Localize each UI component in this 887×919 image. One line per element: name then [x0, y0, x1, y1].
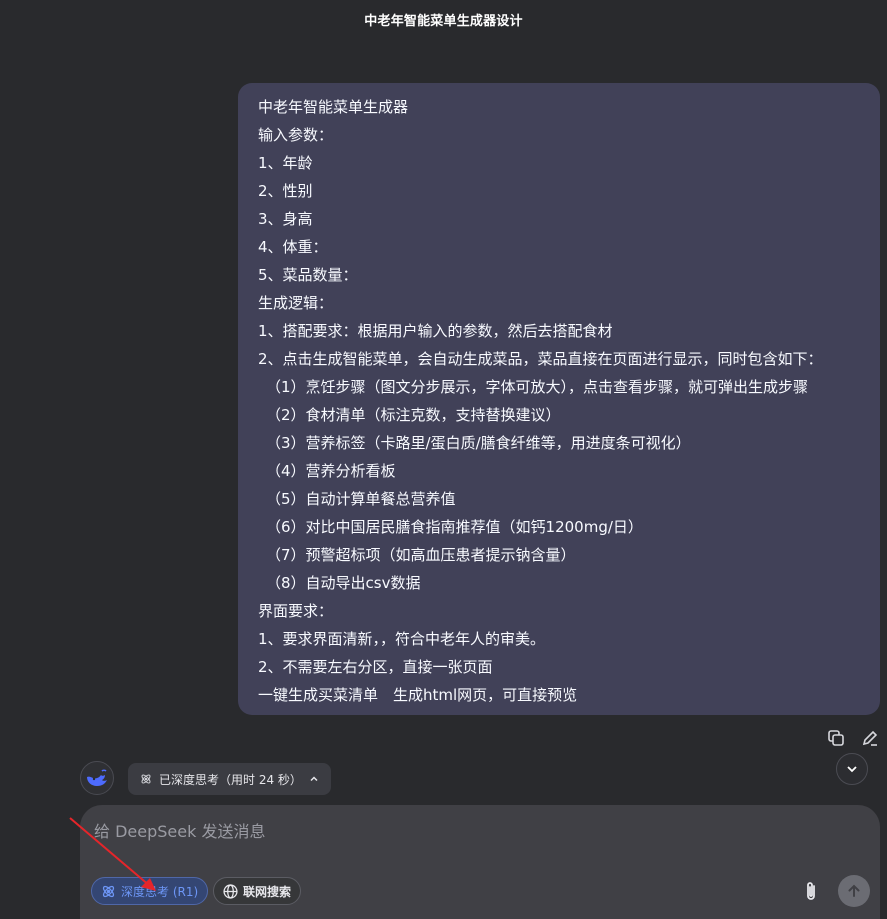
- user-message-bubble: 中老年智能菜单生成器 输入参数： 1、年龄 2、性别 3、身高 4、体重： 5、菜品数量： 生…: [238, 83, 880, 715]
- message-line: 界面要求：: [258, 602, 334, 620]
- message-line: 2、点击生成智能菜单，会自动生成菜品，菜品直接在页面进行显示，同时包含如下：: [258, 350, 823, 368]
- chat-app: 中老年智能菜单生成器设计 中老年智能菜单生成器 输入参数： 1、年龄 2、性别 3、身高…: [0, 0, 887, 919]
- copy-icon: [828, 730, 844, 746]
- message-line: 2、不需要左右分区，直接一张页面: [258, 658, 493, 676]
- chevron-up-icon: [310, 776, 318, 782]
- message-line: 1、搭配要求：根据用户输入的参数，然后去搭配食材: [258, 322, 613, 340]
- chevron-down-icon: [847, 766, 857, 773]
- globe-icon: [223, 883, 238, 899]
- message-line: 1、年龄: [258, 154, 313, 172]
- edit-icon: [862, 730, 878, 746]
- web-search-button[interactable]: 联网搜索: [213, 877, 302, 905]
- deep-think-button[interactable]: 深度思考 (R1): [91, 877, 209, 905]
- message-line: 生成逻辑：: [258, 294, 334, 312]
- message-line: 中老年智能菜单生成器: [258, 98, 409, 116]
- message-line: （7）预警超标项（如高血压患者提示钠含量）: [266, 546, 576, 564]
- atom-icon: [102, 885, 115, 897]
- message-line: 输入参数：: [258, 126, 334, 144]
- message-line: 1、要求界面清新，，符合中老年人的审美。: [258, 630, 546, 648]
- send-button[interactable]: [838, 875, 870, 907]
- message-line: （2）食材清单（标注克数，支持替换建议）: [266, 406, 561, 424]
- deep-think-label: 深度思考 (R1): [121, 884, 199, 899]
- copy-button[interactable]: [825, 727, 847, 749]
- message-line: （5）自动计算单餐总营养值: [266, 490, 456, 508]
- message-line: 2、性别: [258, 182, 313, 200]
- message-line: （4）营养分析看板: [266, 462, 396, 480]
- message-actions: [825, 727, 881, 749]
- thinking-label: 已深度思考（用时 24 秒）: [159, 772, 302, 787]
- arrow-up-icon: [848, 884, 860, 897]
- atom-icon: [141, 774, 151, 784]
- conversation-title: 中老年智能菜单生成器设计: [364, 14, 523, 29]
- attach-file-button[interactable]: [800, 877, 822, 905]
- message-line: （1）烹饪步骤（图文分步展示，字体可放大），点击查看步骤，就可弹出生成步骤: [266, 378, 809, 396]
- message-line: 5、菜品数量：: [258, 266, 358, 284]
- assistant-avatar: [80, 761, 114, 795]
- paperclip-icon: [807, 882, 815, 900]
- deep-thinking-toggle[interactable]: 已深度思考（用时 24 秒）: [128, 763, 331, 795]
- message-line: （8）自动导出csv数据: [266, 574, 421, 592]
- whale-logo-icon: [87, 769, 107, 786]
- message-line: 4、体重：: [258, 238, 328, 256]
- message-line: （6）对比中国居民膳食指南推荐值（如钙1200mg/日）: [266, 518, 643, 536]
- message-line: （3）营养标签（卡路里/蛋白质/膳食纤维等，用进度条可视化）: [266, 434, 691, 452]
- scroll-to-bottom-button[interactable]: [836, 753, 868, 785]
- message-input[interactable]: [94, 819, 794, 843]
- message-line: 一键生成买菜清单 生成html网页，可直接预览: [258, 686, 578, 704]
- message-line: 3、身高: [258, 210, 313, 228]
- message-composer: 深度思考 (R1) 联网搜索: [80, 805, 880, 919]
- edit-button[interactable]: [859, 727, 881, 749]
- web-search-label: 联网搜索: [243, 884, 292, 899]
